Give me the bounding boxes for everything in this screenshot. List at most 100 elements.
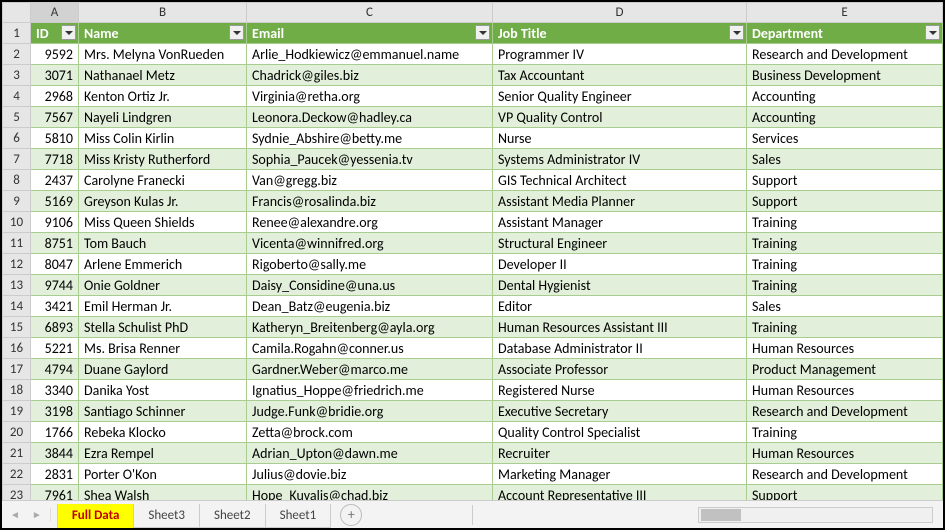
cell-dept[interactable]: Training bbox=[747, 233, 943, 254]
row-heading[interactable]: 8 bbox=[3, 170, 31, 191]
cell-email[interactable]: Chadrick@giles.biz bbox=[247, 65, 493, 86]
cell-id[interactable]: 2437 bbox=[31, 170, 79, 191]
cell-job[interactable]: GIS Technical Architect bbox=[493, 170, 747, 191]
filter-dropdown-icon[interactable] bbox=[475, 25, 490, 40]
filter-dropdown-icon[interactable] bbox=[729, 25, 744, 40]
cell-job[interactable]: Assistant Manager bbox=[493, 212, 747, 233]
cell-job[interactable]: VP Quality Control bbox=[493, 107, 747, 128]
header-cell-email[interactable]: Email bbox=[247, 23, 493, 44]
cell-name[interactable]: Nathanael Metz bbox=[79, 65, 247, 86]
cell-email[interactable]: Judge.Funk@bridie.org bbox=[247, 401, 493, 422]
cell-dept[interactable]: Services bbox=[747, 128, 943, 149]
cell-job[interactable]: Quality Control Specialist bbox=[493, 422, 747, 443]
row-heading[interactable]: 18 bbox=[3, 380, 31, 401]
cell-name[interactable]: Danika Yost bbox=[79, 380, 247, 401]
row-heading[interactable]: 16 bbox=[3, 338, 31, 359]
cell-name[interactable]: Miss Colin Kirlin bbox=[79, 128, 247, 149]
row-heading[interactable]: 11 bbox=[3, 233, 31, 254]
cell-email[interactable]: Camila.Rogahn@conner.us bbox=[247, 338, 493, 359]
horizontal-scrollbar[interactable] bbox=[698, 507, 933, 523]
cell-email[interactable]: Ignatius_Hoppe@friedrich.me bbox=[247, 380, 493, 401]
cell-id[interactable]: 1766 bbox=[31, 422, 79, 443]
cell-job[interactable]: Structural Engineer bbox=[493, 233, 747, 254]
row-heading[interactable]: 3 bbox=[3, 65, 31, 86]
cell-job[interactable]: Nurse bbox=[493, 128, 747, 149]
cell-id[interactable]: 5810 bbox=[31, 128, 79, 149]
cell-name[interactable]: Greyson Kulas Jr. bbox=[79, 191, 247, 212]
cell-dept[interactable]: Business Development bbox=[747, 65, 943, 86]
cell-name[interactable]: Ms. Brisa Renner bbox=[79, 338, 247, 359]
cell-name[interactable]: Stella Schulist PhD bbox=[79, 317, 247, 338]
cell-id[interactable]: 3421 bbox=[31, 296, 79, 317]
cell-email[interactable]: Adrian_Upton@dawn.me bbox=[247, 443, 493, 464]
cell-job[interactable]: Registered Nurse bbox=[493, 380, 747, 401]
cell-job[interactable]: Dental Hygienist bbox=[493, 275, 747, 296]
cell-name[interactable]: Duane Gaylord bbox=[79, 359, 247, 380]
col-heading-a[interactable]: A bbox=[31, 3, 79, 23]
sheet-nav-arrows[interactable]: ◄ ► bbox=[2, 508, 51, 521]
cell-id[interactable]: 7718 bbox=[31, 149, 79, 170]
add-sheet-button[interactable]: + bbox=[340, 504, 362, 526]
cell-name[interactable]: Santiago Schinner bbox=[79, 401, 247, 422]
col-heading-b[interactable]: B bbox=[79, 3, 247, 23]
filter-dropdown-icon[interactable] bbox=[925, 25, 940, 40]
row-heading[interactable]: 12 bbox=[3, 254, 31, 275]
cell-dept[interactable]: Sales bbox=[747, 149, 943, 170]
cell-dept[interactable]: Product Management bbox=[747, 359, 943, 380]
row-heading[interactable]: 5 bbox=[3, 107, 31, 128]
cell-dept[interactable]: Training bbox=[747, 422, 943, 443]
cell-id[interactable]: 8047 bbox=[31, 254, 79, 275]
sheet-tab[interactable]: Sheet3 bbox=[133, 504, 200, 528]
cell-job[interactable]: Developer II bbox=[493, 254, 747, 275]
cell-email[interactable]: Renee@alexandre.org bbox=[247, 212, 493, 233]
cell-id[interactable]: 9744 bbox=[31, 275, 79, 296]
cell-name[interactable]: Ezra Rempel bbox=[79, 443, 247, 464]
scrollbar-thumb[interactable] bbox=[701, 509, 741, 521]
cell-name[interactable]: Porter O'Kon bbox=[79, 464, 247, 485]
header-cell-id[interactable]: ID bbox=[31, 23, 79, 44]
header-cell-name[interactable]: Name bbox=[79, 23, 247, 44]
cell-email[interactable]: Arlie_Hodkiewicz@emmanuel.name bbox=[247, 44, 493, 65]
cell-dept[interactable]: Research and Development bbox=[747, 464, 943, 485]
row-heading[interactable]: 14 bbox=[3, 296, 31, 317]
cell-id[interactable]: 3071 bbox=[31, 65, 79, 86]
row-heading[interactable]: 23 bbox=[3, 485, 31, 501]
cell-email[interactable]: Hope_Kuvalis@chad.biz bbox=[247, 485, 493, 501]
cell-id[interactable]: 2968 bbox=[31, 86, 79, 107]
cell-id[interactable]: 8751 bbox=[31, 233, 79, 254]
cell-dept[interactable]: Sales bbox=[747, 296, 943, 317]
row-heading[interactable]: 22 bbox=[3, 464, 31, 485]
col-heading-d[interactable]: D bbox=[493, 3, 747, 23]
col-heading-e[interactable]: E bbox=[747, 3, 943, 23]
cell-id[interactable]: 4794 bbox=[31, 359, 79, 380]
row-heading[interactable]: 1 bbox=[3, 23, 31, 44]
cell-id[interactable]: 3198 bbox=[31, 401, 79, 422]
row-heading[interactable]: 4 bbox=[3, 86, 31, 107]
cell-dept[interactable]: Training bbox=[747, 254, 943, 275]
cell-email[interactable]: Dean_Batz@eugenia.biz bbox=[247, 296, 493, 317]
cell-name[interactable]: Carolyne Franecki bbox=[79, 170, 247, 191]
cell-dept[interactable]: Human Resources bbox=[747, 338, 943, 359]
cell-name[interactable]: Kenton Ortiz Jr. bbox=[79, 86, 247, 107]
cell-id[interactable]: 9106 bbox=[31, 212, 79, 233]
cell-id[interactable]: 3844 bbox=[31, 443, 79, 464]
row-heading[interactable]: 20 bbox=[3, 422, 31, 443]
cell-job[interactable]: Recruiter bbox=[493, 443, 747, 464]
cell-dept[interactable]: Research and Development bbox=[747, 44, 943, 65]
cell-job[interactable]: Account Representative III bbox=[493, 485, 747, 501]
cell-name[interactable]: Miss Kristy Rutherford bbox=[79, 149, 247, 170]
cell-job[interactable]: Associate Professor bbox=[493, 359, 747, 380]
header-cell-job-title[interactable]: Job Title bbox=[493, 23, 747, 44]
cell-job[interactable]: Assistant Media Planner bbox=[493, 191, 747, 212]
row-heading[interactable]: 13 bbox=[3, 275, 31, 296]
cell-job[interactable]: Marketing Manager bbox=[493, 464, 747, 485]
cell-id[interactable]: 5169 bbox=[31, 191, 79, 212]
filter-dropdown-icon[interactable] bbox=[229, 25, 244, 40]
row-heading[interactable]: 21 bbox=[3, 443, 31, 464]
cell-email[interactable]: Sophia_Paucek@yessenia.tv bbox=[247, 149, 493, 170]
cell-job[interactable]: Editor bbox=[493, 296, 747, 317]
cell-email[interactable]: Sydnie_Abshire@betty.me bbox=[247, 128, 493, 149]
cell-email[interactable]: Zetta@brock.com bbox=[247, 422, 493, 443]
filter-dropdown-icon[interactable] bbox=[61, 25, 76, 40]
cell-job[interactable]: Systems Administrator IV bbox=[493, 149, 747, 170]
